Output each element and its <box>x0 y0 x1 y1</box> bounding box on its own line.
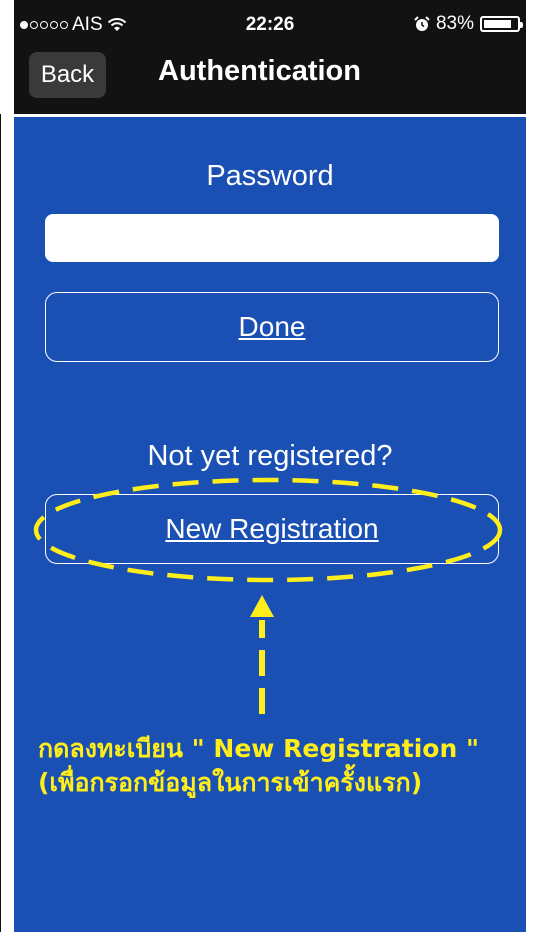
annotation-line-1: กดลงทะเบียน " New Registration " <box>38 734 479 763</box>
alarm-clock-icon <box>414 16 430 31</box>
left-margin <box>0 114 14 932</box>
top-bar: AIS 22:26 83% Back Authentication <box>14 0 526 114</box>
battery-fill <box>484 20 511 28</box>
nav-bar: Back Authentication <box>14 38 526 114</box>
annotation-line-2: (เพื่อกรอกข้อมูลในการเข้าครั้งแรก) <box>38 768 423 797</box>
page-title: Authentication <box>158 55 361 87</box>
left-edge-line <box>0 114 1 932</box>
status-bar: AIS 22:26 83% <box>14 0 526 38</box>
battery-percent: 83% <box>435 13 474 34</box>
divider <box>14 114 526 117</box>
status-right: 83% <box>414 13 523 35</box>
auth-content: Password Done Not yet registered? New Re… <box>14 114 526 932</box>
done-button[interactable]: Done <box>45 292 499 362</box>
password-label: Password <box>206 160 334 192</box>
back-button[interactable]: Back <box>29 52 106 98</box>
new-registration-button[interactable]: New Registration <box>45 494 499 564</box>
annotation-text: กดลงทะเบียน " New Registration " (เพื่อก… <box>38 732 518 800</box>
password-field[interactable] <box>45 214 499 262</box>
battery-icon <box>480 16 523 32</box>
not-registered-text: Not yet registered? <box>147 440 393 472</box>
